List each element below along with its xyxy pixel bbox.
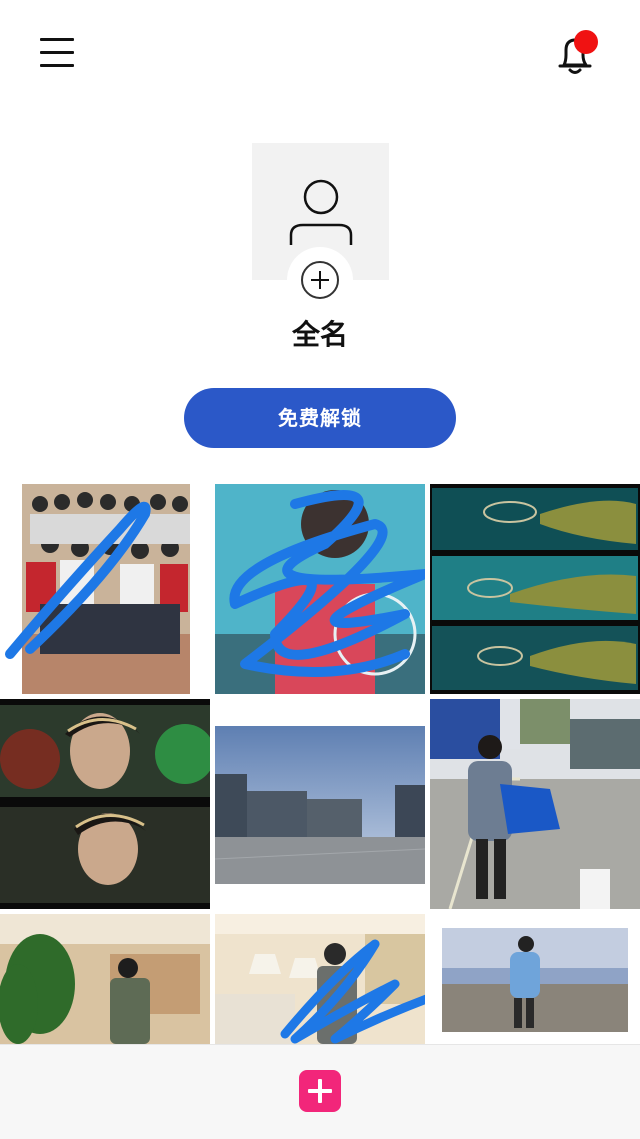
photo-tile[interactable] bbox=[0, 484, 210, 694]
photo-tile[interactable] bbox=[430, 914, 640, 1044]
photo-tile[interactable] bbox=[430, 699, 640, 909]
notification-button[interactable] bbox=[554, 30, 600, 78]
photo-grid bbox=[0, 484, 640, 1044]
bottom-bar bbox=[0, 1044, 640, 1139]
photo-tile[interactable] bbox=[215, 699, 425, 909]
menu-button[interactable] bbox=[38, 36, 76, 70]
notification-badge bbox=[574, 30, 598, 54]
photo-tile[interactable] bbox=[0, 699, 210, 909]
hamburger-menu-icon bbox=[40, 38, 74, 41]
profile-name: 全名 bbox=[291, 318, 348, 351]
photo-tile[interactable] bbox=[215, 484, 425, 694]
unlock-free-button[interactable]: 免费解锁 bbox=[184, 388, 456, 448]
photo-tile[interactable] bbox=[430, 484, 640, 694]
photo-tile[interactable] bbox=[0, 914, 210, 1044]
add-post-button[interactable] bbox=[299, 1070, 341, 1112]
photo-tile[interactable] bbox=[215, 914, 425, 1044]
plus-circle-icon bbox=[301, 261, 339, 299]
person-placeholder-icon bbox=[289, 179, 353, 245]
add-avatar-button[interactable] bbox=[287, 247, 353, 313]
